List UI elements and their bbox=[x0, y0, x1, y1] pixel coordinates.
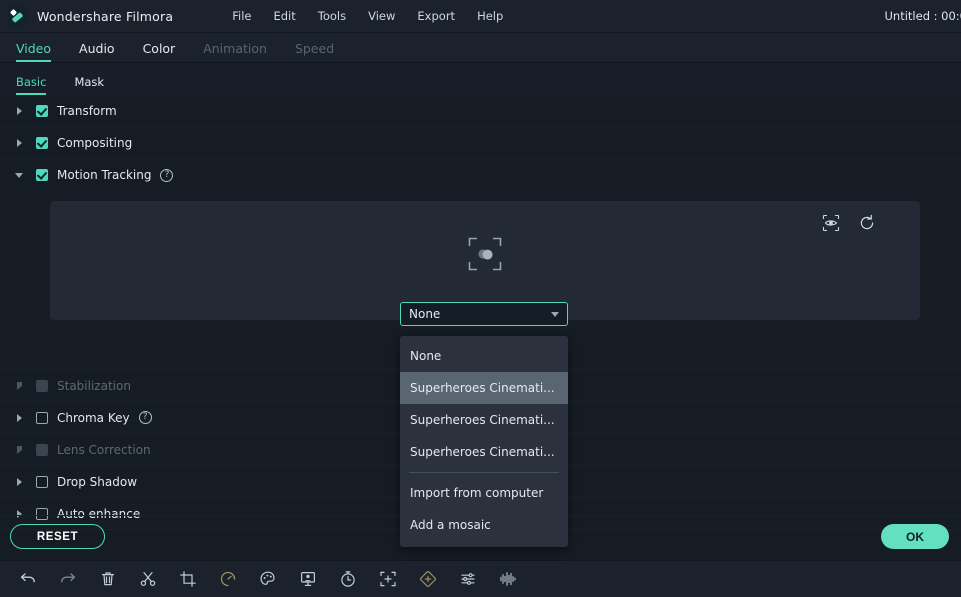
checkbox-motion-tracking[interactable] bbox=[36, 169, 48, 181]
eye-preview-icon[interactable] bbox=[822, 214, 840, 232]
dropdown-item-import-from-computer[interactable]: Import from computer bbox=[400, 477, 568, 509]
menu-item-help[interactable]: Help bbox=[466, 5, 514, 27]
chevron-right-icon[interactable] bbox=[12, 413, 26, 422]
filmora-window: Wondershare Filmora File Edit Tools View… bbox=[0, 0, 961, 597]
chevron-right-icon[interactable] bbox=[12, 106, 26, 115]
auto-reframe-icon[interactable] bbox=[374, 566, 402, 592]
ok-button[interactable]: OK bbox=[881, 524, 949, 549]
filmora-logo-icon bbox=[7, 5, 28, 27]
property-row-motion-tracking[interactable]: Motion Tracking ? bbox=[0, 159, 961, 191]
green-screen-icon[interactable] bbox=[294, 566, 322, 592]
checkbox-stabilization bbox=[36, 379, 48, 392]
help-icon[interactable]: ? bbox=[160, 168, 174, 182]
project-title: Untitled : 00:0 bbox=[884, 9, 961, 23]
dropdown-item-add-a-mosaic[interactable]: Add a mosaic bbox=[400, 509, 568, 541]
primary-tab-bar: Video Audio Color Animation Speed bbox=[0, 33, 961, 63]
property-label: Lens Correction bbox=[57, 442, 151, 457]
chevron-right-icon[interactable] bbox=[12, 477, 26, 486]
help-icon[interactable]: ? bbox=[138, 411, 152, 424]
app-brand-name: Wondershare Filmora bbox=[37, 8, 174, 24]
sub-tab-bar: Basic Mask bbox=[0, 63, 961, 95]
dropdown-item-superheroes-1[interactable]: Superheroes Cinemati... bbox=[400, 372, 568, 404]
subtab-basic[interactable]: Basic bbox=[16, 75, 47, 95]
tab-speed: Speed bbox=[294, 41, 335, 56]
motion-tracking-tools bbox=[822, 214, 876, 232]
audio-waveform-icon[interactable] bbox=[494, 566, 522, 592]
reset-button[interactable]: RESET bbox=[10, 524, 105, 549]
dropdown-item-superheroes-2[interactable]: Superheroes Cinemati... bbox=[400, 404, 568, 436]
effect-dropdown-menu[interactable]: None Superheroes Cinemati... Superheroes… bbox=[400, 336, 568, 547]
tab-animation: Animation bbox=[203, 41, 267, 56]
property-label: Compositing bbox=[57, 135, 133, 150]
subtab-mask[interactable]: Mask bbox=[74, 75, 104, 95]
menu-item-tools[interactable]: Tools bbox=[307, 5, 357, 27]
tab-audio[interactable]: Audio bbox=[79, 41, 115, 62]
checkbox-compositing[interactable] bbox=[36, 136, 48, 149]
menu-item-view[interactable]: View bbox=[357, 5, 406, 27]
redo-icon[interactable] bbox=[54, 566, 82, 592]
undo-icon[interactable] bbox=[14, 566, 42, 592]
split-scissors-icon[interactable] bbox=[134, 566, 162, 592]
tab-color[interactable]: Color bbox=[143, 41, 176, 62]
menu-item-edit[interactable]: Edit bbox=[262, 5, 306, 27]
property-label: Drop Shadow bbox=[57, 474, 138, 489]
chevron-right-icon bbox=[12, 445, 26, 454]
checkbox-chroma-key[interactable] bbox=[36, 411, 48, 424]
menu-item-export[interactable]: Export bbox=[406, 5, 466, 27]
menu-bar: File Edit Tools View Export Help bbox=[221, 5, 514, 27]
checkbox-drop-shadow[interactable] bbox=[36, 475, 48, 488]
bottom-toolbar bbox=[0, 560, 961, 597]
property-row-transform[interactable]: Transform bbox=[0, 95, 961, 127]
property-label: Transform bbox=[57, 103, 117, 118]
color-palette-icon[interactable] bbox=[254, 566, 282, 592]
checkbox-lens-correction bbox=[36, 443, 48, 456]
motion-tracking-effect-combobox[interactable]: None bbox=[400, 302, 568, 326]
property-row-compositing[interactable]: Compositing bbox=[0, 127, 961, 159]
dropdown-item-none[interactable]: None bbox=[400, 340, 568, 372]
tab-video[interactable]: Video bbox=[16, 41, 52, 62]
crop-icon[interactable] bbox=[174, 566, 202, 592]
chevron-down-icon[interactable] bbox=[12, 172, 26, 178]
title-bar: Wondershare Filmora File Edit Tools View… bbox=[0, 0, 961, 33]
keyframe-diamond-icon[interactable] bbox=[414, 566, 442, 592]
property-label: Stabilization bbox=[57, 378, 131, 393]
chevron-right-icon[interactable] bbox=[12, 138, 26, 147]
chevron-right-icon bbox=[12, 381, 26, 390]
property-label: Chroma Key bbox=[57, 410, 130, 425]
dropdown-item-superheroes-3[interactable]: Superheroes Cinemati... bbox=[400, 436, 568, 468]
reset-arrow-icon[interactable] bbox=[858, 214, 876, 232]
combobox-value: None bbox=[409, 307, 441, 321]
property-label: Motion Tracking bbox=[57, 168, 152, 182]
tracking-target-icon[interactable] bbox=[468, 237, 502, 271]
speed-gauge-icon[interactable] bbox=[214, 566, 242, 592]
stopwatch-icon[interactable] bbox=[334, 566, 362, 592]
checkbox-transform[interactable] bbox=[36, 104, 48, 117]
chevron-down-icon bbox=[551, 311, 559, 317]
audio-mixer-icon[interactable] bbox=[454, 566, 482, 592]
dropdown-separator bbox=[409, 472, 559, 473]
delete-icon[interactable] bbox=[94, 566, 122, 592]
menu-item-file[interactable]: File bbox=[221, 5, 262, 27]
